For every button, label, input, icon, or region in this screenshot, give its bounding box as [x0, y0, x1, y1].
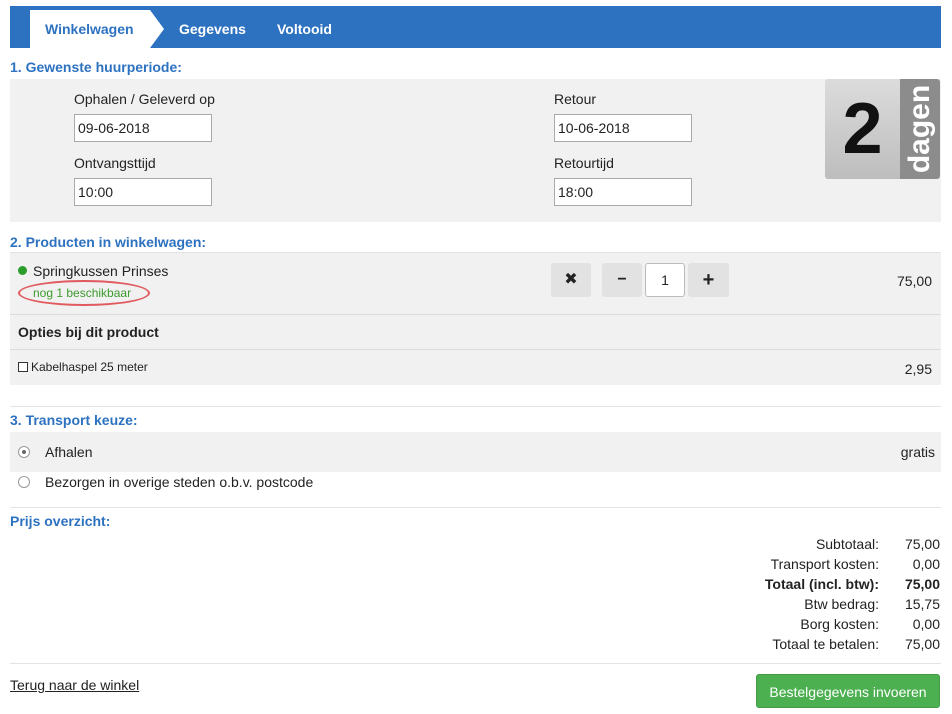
- return-date-label: Retour: [554, 91, 597, 107]
- return-date-input[interactable]: [554, 114, 692, 142]
- price-label-transport: Transport kosten:: [770, 556, 879, 572]
- increase-quantity-button[interactable]: +: [688, 263, 729, 297]
- divider: [10, 663, 941, 664]
- transport-pickup-radio[interactable]: [18, 446, 30, 458]
- step-done[interactable]: Voltooid: [277, 10, 332, 48]
- section-title-transport: 3. Transport keuze:: [10, 412, 138, 428]
- rental-days-number: 2: [825, 79, 900, 179]
- divider: [10, 507, 941, 508]
- back-to-shop-link[interactable]: Terug naar de winkel: [10, 677, 139, 693]
- step-cart[interactable]: Winkelwagen: [30, 10, 150, 48]
- remove-product-button[interactable]: ✖: [551, 263, 591, 297]
- transport-pickup-price: gratis: [900, 444, 935, 460]
- product-price: 75,00: [896, 273, 932, 289]
- section-title-products: 2. Producten in winkelwagen:: [10, 234, 207, 250]
- price-label-vat: Btw bedrag:: [804, 596, 879, 612]
- step-details[interactable]: Gegevens: [179, 10, 246, 48]
- section-title-prices: Prijs overzicht:: [10, 513, 111, 529]
- quantity-input[interactable]: 1: [645, 263, 685, 297]
- price-label-total-to-pay: Totaal te betalen:: [772, 636, 879, 652]
- transport-pickup-label: Afhalen: [45, 444, 93, 460]
- rental-days-badge: 2 dagen: [825, 79, 940, 179]
- decrease-quantity-button[interactable]: −: [602, 263, 642, 297]
- price-value-subtotal: 75,00: [904, 536, 940, 552]
- option-price: 2,95: [904, 361, 932, 377]
- submit-order-details-button[interactable]: Bestelgegevens invoeren: [756, 674, 940, 708]
- divider: [10, 314, 941, 315]
- receive-time-input[interactable]: [74, 178, 212, 206]
- section-title-period: 1. Gewenste huurperiode:: [10, 59, 182, 75]
- price-label-deposit: Borg kosten:: [800, 616, 879, 632]
- options-title: Opties bij dit product: [18, 324, 159, 340]
- return-time-label: Retourtijd: [554, 155, 614, 171]
- price-value-total-to-pay: 75,00: [904, 636, 940, 652]
- rental-days-word: dagen: [903, 84, 936, 174]
- transport-delivery-radio[interactable]: [18, 476, 30, 488]
- rental-days-word-box: dagen: [900, 79, 940, 179]
- receive-time-label: Ontvangsttijd: [74, 155, 156, 171]
- return-time-input[interactable]: [554, 178, 692, 206]
- transport-option-row-selected: [10, 432, 941, 472]
- pickup-date-input[interactable]: [74, 114, 212, 142]
- option-checkbox[interactable]: [18, 362, 28, 372]
- price-value-transport: 0,00: [912, 556, 940, 572]
- price-value-vat: 15,75: [904, 596, 940, 612]
- transport-delivery-label: Bezorgen in overige steden o.b.v. postco…: [45, 474, 314, 490]
- price-value-total-incl-vat: 75,00: [904, 576, 940, 592]
- divider: [10, 349, 941, 350]
- price-label-subtotal: Subtotaal:: [815, 536, 879, 552]
- steps-bar: Winkelwagen Gegevens Voltooid: [10, 6, 941, 48]
- divider: [10, 406, 941, 407]
- option-name: Kabelhaspel 25 meter: [31, 360, 148, 374]
- step-arrow: [150, 10, 164, 48]
- highlight-oval: [18, 280, 150, 306]
- available-dot-icon: [18, 266, 27, 275]
- price-label-total-incl-vat: Totaal (incl. btw):: [764, 576, 879, 592]
- price-value-deposit: 0,00: [912, 616, 940, 632]
- product-name: Springkussen Prinses: [33, 263, 169, 279]
- pickup-date-label: Ophalen / Geleverd op: [74, 91, 215, 107]
